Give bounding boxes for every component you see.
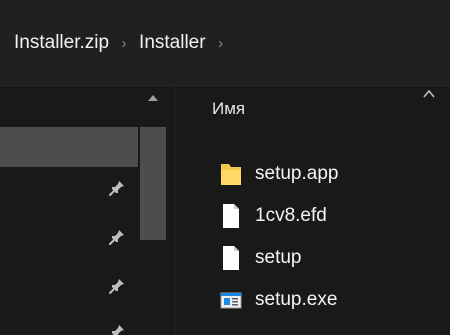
file-icon (223, 246, 239, 270)
breadcrumb-installer[interactable]: Installer (137, 32, 208, 54)
breadcrumb-separator-icon[interactable]: › (111, 35, 137, 52)
file-icon (223, 204, 239, 228)
nav-scrollbar[interactable] (138, 87, 168, 335)
pin-icon[interactable] (108, 228, 126, 246)
list-item[interactable]: setup.app (220, 153, 338, 195)
breadcrumb: Installer.zip › Installer › (12, 28, 234, 58)
chevron-up-icon[interactable] (422, 87, 436, 101)
column-header-name[interactable]: Имя (212, 99, 245, 119)
scroll-up-arrow-icon[interactable] (146, 91, 160, 105)
address-bar[interactable]: Installer.zip › Installer › (0, 0, 450, 86)
nav-scrollbar-thumb[interactable] (140, 127, 166, 240)
file-name: setup.exe (255, 289, 338, 310)
pin-icon[interactable] (108, 277, 126, 295)
content-pane: Имя setup.app 1cv8.efd setup setup.exe (176, 87, 450, 335)
nav-selected-item[interactable] (0, 127, 138, 167)
exe-icon (220, 292, 242, 309)
file-explorer-window: Installer.zip › Installer › Имя setup.ap… (0, 0, 450, 335)
pin-icon[interactable] (108, 179, 126, 197)
folder-icon (221, 164, 241, 185)
pin-icon[interactable] (108, 323, 126, 335)
file-list: setup.app 1cv8.efd setup setup.exe (220, 153, 338, 321)
breadcrumb-chevron-icon[interactable]: › (208, 35, 234, 52)
breadcrumb-installer-zip[interactable]: Installer.zip (12, 32, 111, 54)
list-item[interactable]: setup.exe (220, 279, 338, 321)
file-name: setup (255, 247, 302, 268)
list-item[interactable]: setup (220, 237, 338, 279)
list-item[interactable]: 1cv8.efd (220, 195, 338, 237)
navigation-pane (0, 87, 175, 335)
file-name: setup.app (255, 163, 339, 184)
file-name: 1cv8.efd (255, 205, 327, 226)
